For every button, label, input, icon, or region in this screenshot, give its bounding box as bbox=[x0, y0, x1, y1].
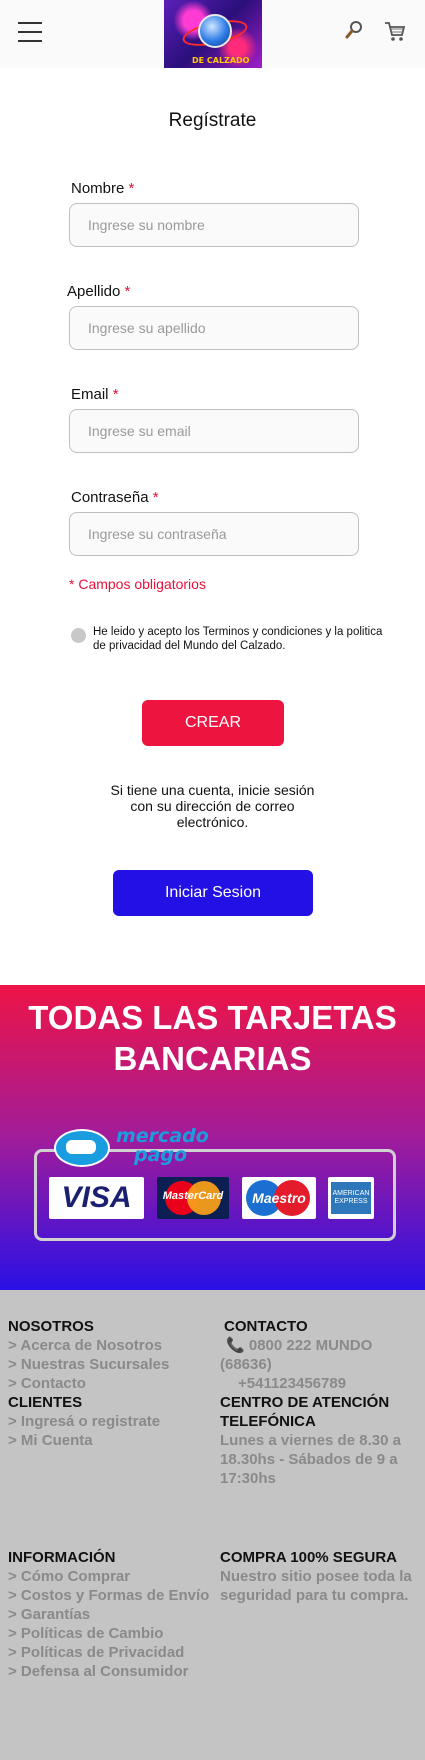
footer-link-acerca[interactable]: > Acerca de Nosotros bbox=[8, 1336, 162, 1355]
footer-link-defensa-consumidor[interactable]: > Defensa al Consumidor bbox=[8, 1662, 188, 1681]
compra-segura-heading: COMPRA 100% SEGURA bbox=[220, 1549, 397, 1566]
footer-link-garantias[interactable]: > Garantías bbox=[8, 1605, 90, 1624]
login-hint-text: Si tiene una cuenta, inicie sesión con s… bbox=[110, 782, 315, 830]
banner-title: TODAS LAS TARJETAS BANCARIAS bbox=[28, 999, 397, 1077]
centro-hours-2: 18.30hs - Sábados de 9 a bbox=[220, 1451, 398, 1468]
mercadopago-handshake-icon bbox=[54, 1129, 110, 1167]
terms-checkbox[interactable] bbox=[71, 628, 86, 643]
password-label: Contraseña * bbox=[71, 489, 159, 506]
mercadopago-logo-text: mercado pago bbox=[116, 1125, 209, 1166]
centro-hours-1: Lunes a viernes de 8.30 a bbox=[220, 1432, 401, 1449]
logo-text: DE CALZADO bbox=[192, 56, 250, 65]
footer-link-ingresa[interactable]: > Ingresá o registrate bbox=[8, 1412, 160, 1431]
footer-link-politicas-privacidad[interactable]: > Políticas de Privacidad bbox=[8, 1643, 184, 1662]
footer-link-contacto[interactable]: > Contacto bbox=[8, 1374, 86, 1393]
apellido-label: Apellido * bbox=[67, 283, 131, 300]
compra-segura-text-1: Nuestro sitio posee toda la bbox=[220, 1568, 412, 1585]
compra-segura-text-2: seguridad para tu compra. bbox=[220, 1587, 409, 1604]
terms-text: He leido y acepto los Terminos y condici… bbox=[93, 626, 383, 652]
shopping-cart-icon[interactable] bbox=[384, 20, 406, 42]
centro-hours-3: 17:30hs bbox=[220, 1470, 276, 1487]
centro-heading-1: CENTRO DE ATENCIÓN bbox=[220, 1394, 390, 1411]
clientes-heading: CLIENTES bbox=[8, 1394, 83, 1411]
informacion-heading: INFORMACIÓN bbox=[8, 1549, 116, 1566]
centro-heading-2: TELEFÓNICA bbox=[220, 1413, 316, 1430]
phone-icon: 📞 bbox=[226, 1337, 245, 1354]
brand-logo[interactable]: DE CALZADO bbox=[164, 0, 262, 68]
nosotros-heading: NOSOTROS bbox=[8, 1318, 94, 1335]
site-footer: NOSOTROS > Acerca de Nosotros > Nuestras… bbox=[0, 1290, 425, 1760]
required-fields-note: * Campos obligatorios bbox=[69, 576, 206, 592]
login-button[interactable]: Iniciar Sesion bbox=[113, 870, 313, 916]
page-title: Regístrate bbox=[168, 110, 257, 131]
nombre-input[interactable] bbox=[69, 203, 359, 247]
contacto-heading: CONTACTO bbox=[224, 1318, 308, 1335]
create-account-button[interactable]: CREAR bbox=[142, 700, 284, 746]
footer-link-sucursales[interactable]: > Nuestras Sucursales bbox=[8, 1355, 169, 1374]
footer-link-costos-envio[interactable]: > Costos y Formas de Envío bbox=[8, 1586, 209, 1605]
contact-phone[interactable]: 📞 0800 222 MUNDO bbox=[226, 1336, 372, 1355]
footer-link-politicas-cambio[interactable]: > Políticas de Cambio bbox=[8, 1624, 163, 1643]
contact-phone-code: (68636) bbox=[220, 1356, 272, 1373]
contact-phone-alt[interactable]: +541123456789 bbox=[238, 1374, 346, 1393]
footer-link-como-comprar[interactable]: > Cómo Comprar bbox=[8, 1567, 130, 1586]
visa-card-logo: VISA bbox=[49, 1177, 144, 1219]
mastercard-logo: MasterCard bbox=[157, 1177, 229, 1219]
email-label: Email * bbox=[71, 386, 119, 403]
apellido-input[interactable] bbox=[69, 306, 359, 350]
top-header: DE CALZADO bbox=[0, 0, 425, 68]
payment-banner: TODAS LAS TARJETAS BANCARIAS mercado pago… bbox=[0, 985, 425, 1290]
maestro-logo: Maestro bbox=[242, 1177, 316, 1219]
american-express-logo: AMERICAN EXPRESS bbox=[328, 1177, 374, 1219]
email-input[interactable] bbox=[69, 409, 359, 453]
nombre-label: Nombre * bbox=[71, 180, 135, 197]
password-input[interactable] bbox=[69, 512, 359, 556]
hamburger-menu-icon[interactable] bbox=[18, 20, 42, 44]
footer-link-mi-cuenta[interactable]: > Mi Cuenta bbox=[8, 1431, 93, 1450]
search-icon[interactable] bbox=[344, 20, 364, 40]
